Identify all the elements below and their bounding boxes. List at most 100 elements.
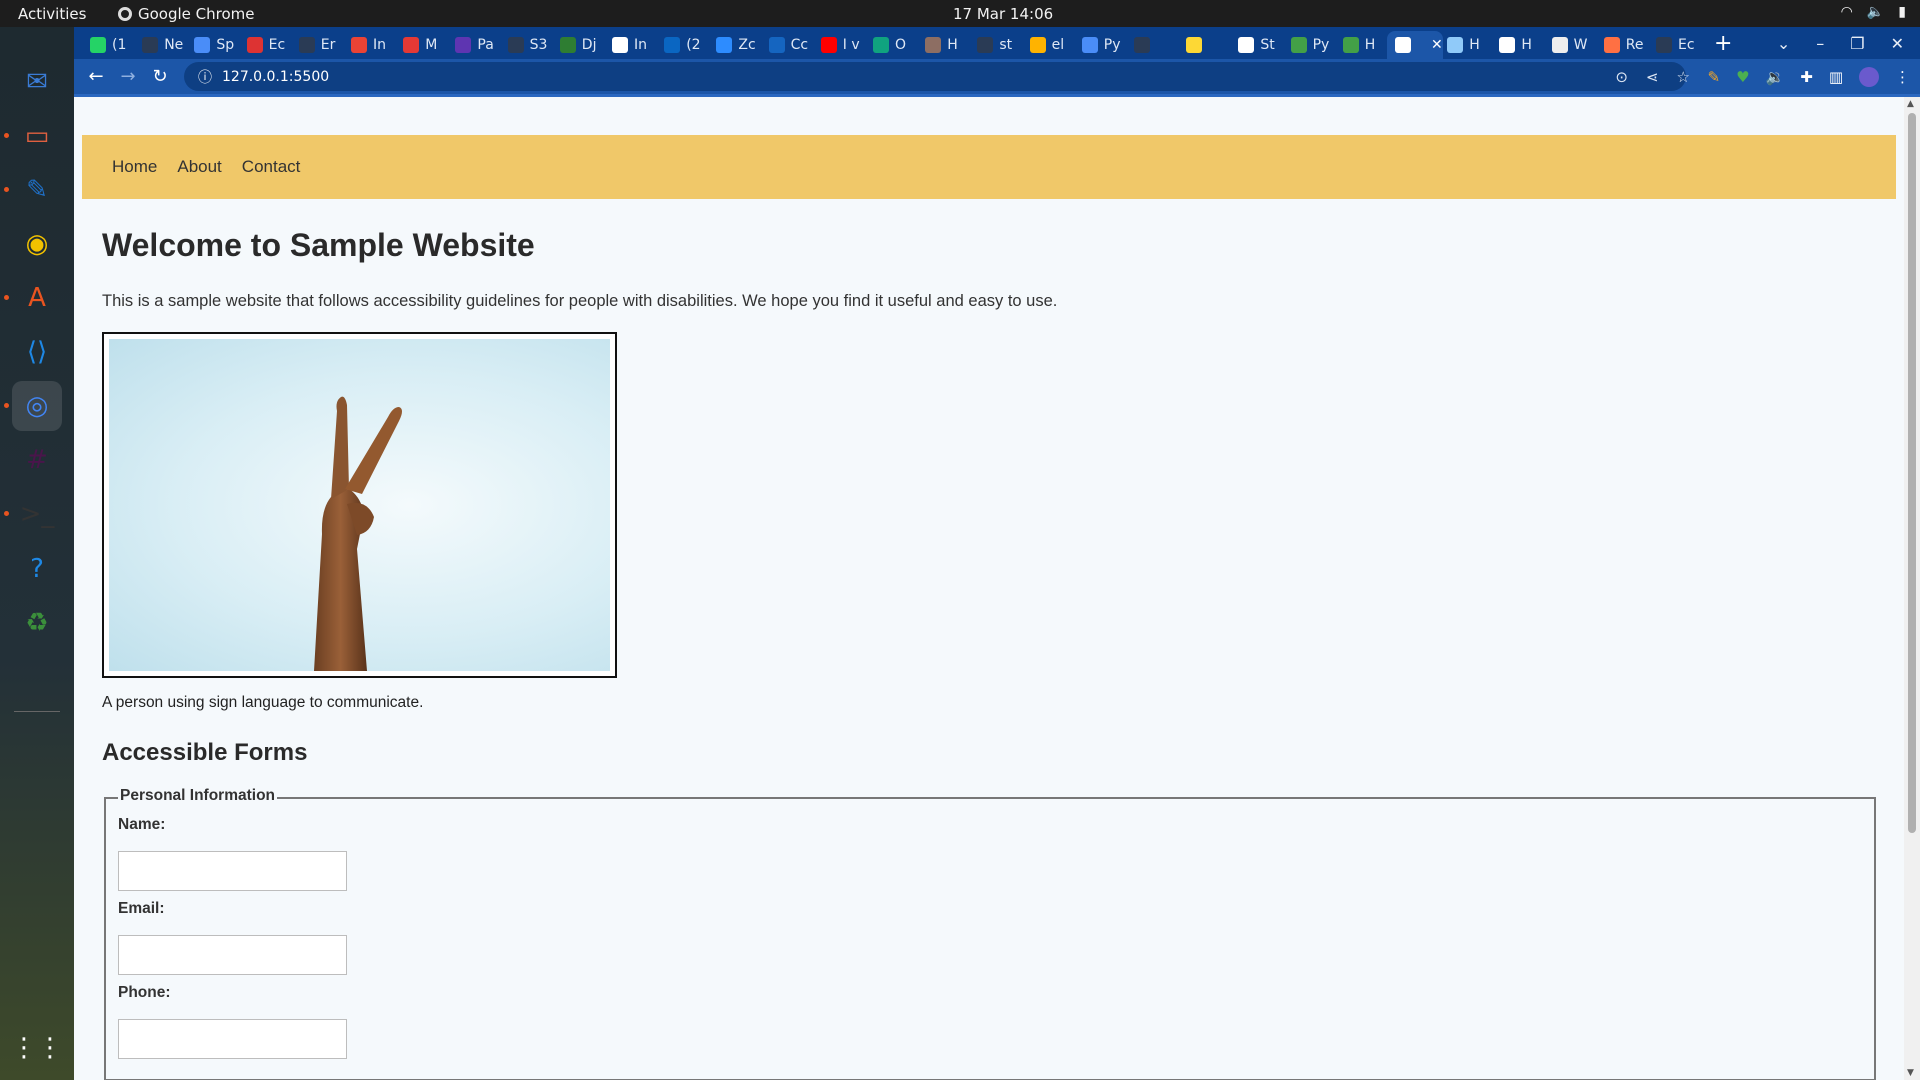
close-window-icon[interactable]: ✕ [1891, 34, 1904, 53]
browser-tab[interactable]: In [343, 31, 395, 59]
dock: ✉ ▭ ✎ ◉ A ⟨⟩ ◎ # >_? ♻ ⋮⋮ [0, 27, 74, 1080]
system-tray[interactable]: ◠ 🔈 ▮ [1841, 4, 1906, 20]
email-input[interactable] [118, 935, 347, 975]
menu-kebab-icon[interactable]: ⋮ [1895, 68, 1910, 86]
browser-tab[interactable]: H [1439, 31, 1491, 59]
page-viewport: Home About Contact Welcome to Sample Websi… [74, 97, 1904, 1080]
nav-link-home[interactable]: Home [112, 157, 157, 177]
chrome-icon[interactable]: ◎ [12, 381, 62, 431]
tab-label: Zc [738, 37, 756, 53]
heart-extension-icon[interactable]: ♥ [1736, 68, 1749, 86]
tab-favicon-icon [455, 37, 472, 53]
forward-icon[interactable]: → [112, 66, 144, 87]
browser-tab[interactable]: St [1230, 31, 1282, 59]
app-menu[interactable]: Google Chrome [118, 5, 255, 23]
scroll-down-icon[interactable]: ▼ [1907, 1068, 1914, 1078]
browser-tab[interactable]: Py [1074, 31, 1126, 59]
browser-tab[interactable]: Zc [708, 31, 760, 59]
writer-icon[interactable]: ✎ [12, 165, 62, 215]
minimize-icon[interactable]: – [1816, 34, 1824, 53]
app-center-icon[interactable]: A [12, 273, 62, 323]
profile-avatar[interactable] [1859, 66, 1879, 87]
browser-tab[interactable]: Er [291, 31, 343, 59]
address-bar[interactable]: ⓘ 127.0.0.1:5500 [184, 62, 1686, 91]
tab-favicon-icon [1081, 37, 1098, 53]
puzzle-extensions-icon[interactable]: ✚ [1800, 68, 1813, 86]
phone-input[interactable] [118, 1019, 347, 1059]
browser-tab[interactable]: In [604, 31, 656, 59]
scroll-up-icon[interactable]: ▲ [1907, 99, 1914, 109]
browser-tab[interactable]: el [1022, 31, 1074, 59]
nav-link-about[interactable]: About [177, 157, 221, 177]
tab-label: Pa [477, 37, 494, 53]
browser-tab[interactable] [1178, 31, 1230, 59]
browser-tab[interactable] [1126, 31, 1178, 59]
trash-icon[interactable]: ♻ [12, 598, 62, 648]
restore-icon[interactable]: ❐ [1850, 34, 1864, 53]
browser-tab[interactable]: Cc [761, 31, 813, 59]
app-name: Google Chrome [138, 5, 255, 23]
tab-favicon-icon [1551, 37, 1568, 53]
browser-tab[interactable]: H [1491, 31, 1543, 59]
browser-tab[interactable]: I v [813, 31, 865, 59]
help-icon[interactable]: ? [12, 544, 62, 594]
browser-tab[interactable]: st [969, 31, 1021, 59]
browser-tab[interactable]: Re [1596, 31, 1648, 59]
reload-icon[interactable]: ↻ [144, 66, 176, 87]
bookmark-star-icon[interactable]: ☆ [1677, 68, 1690, 86]
browser-tab[interactable]: Pa [447, 31, 499, 59]
back-icon[interactable]: ← [80, 66, 112, 87]
browser-tab[interactable]: M [395, 31, 447, 59]
files-icon[interactable]: ▭ [12, 111, 62, 161]
terminal-icon[interactable]: >_ [12, 489, 62, 539]
install-icon[interactable]: ⊙ [1615, 68, 1628, 86]
browser-tab[interactable]: Dj [552, 31, 604, 59]
tab-favicon-icon [1186, 37, 1203, 53]
tab-label: M [425, 37, 438, 53]
tab-label: Sp [216, 37, 235, 53]
nav-link-contact[interactable]: Contact [242, 157, 301, 177]
browser-window: + ⌄ – ❐ ✕ (1 Ne Sp Ec Er In M Pa S3 Dj In (2 Zc Cc I v… [74, 27, 1920, 1080]
browser-tab[interactable]: Ne [134, 31, 186, 59]
browser-tab[interactable]: S3 [500, 31, 552, 59]
tab-label: (1 [112, 37, 127, 53]
tab-label: Re [1625, 37, 1644, 53]
slack-icon[interactable]: # [12, 435, 62, 485]
clock[interactable]: 17 Mar 14:06 [953, 5, 1053, 23]
url-text[interactable]: 127.0.0.1:5500 [222, 69, 329, 85]
tab-favicon-icon [820, 37, 837, 53]
battery-icon: ▮ [1898, 4, 1906, 20]
browser-tab[interactable]: (1 [82, 31, 134, 59]
browser-tab[interactable]: O [865, 31, 917, 59]
share-icon[interactable]: ⋖ [1646, 68, 1659, 86]
sound-extension-icon[interactable]: 🔉 [1766, 68, 1785, 86]
tab-label: Ne [164, 37, 184, 53]
browser-tab[interactable]: ✕ [1387, 31, 1443, 59]
apps-grid-icon[interactable]: ⋮⋮ [11, 1023, 63, 1073]
browser-tab[interactable]: Py [1283, 31, 1335, 59]
activities-button[interactable]: Activities [18, 5, 86, 23]
vscode-icon[interactable]: ⟨⟩ [12, 327, 62, 377]
browser-tab[interactable]: H [917, 31, 969, 59]
browser-tab[interactable]: H [1335, 31, 1387, 59]
new-tab-icon[interactable]: + [1714, 31, 1732, 56]
site-info-icon[interactable]: ⓘ [198, 67, 212, 87]
page-scrollbar[interactable]: ▲ ▼ [1904, 97, 1920, 1080]
tab-favicon-icon [1342, 37, 1359, 53]
browser-tab[interactable]: Ec [1648, 31, 1700, 59]
tab-search-icon[interactable]: ⌄ [1777, 34, 1790, 53]
browser-tab[interactable]: (2 [656, 31, 708, 59]
name-input[interactable] [118, 851, 347, 891]
side-panel-icon[interactable]: ▥ [1829, 68, 1843, 86]
browser-tab[interactable]: W [1544, 31, 1596, 59]
tab-label: H [1469, 37, 1480, 53]
tab-favicon-icon [1134, 37, 1150, 53]
browser-tab[interactable]: Ec [239, 31, 291, 59]
rhythmbox-icon[interactable]: ◉ [12, 219, 62, 269]
pencil-extension-icon[interactable]: ✎ [1708, 68, 1721, 86]
thunderbird-icon[interactable]: ✉ [12, 57, 62, 107]
fieldset-legend: Personal Information [118, 787, 278, 805]
scroll-thumb[interactable] [1908, 113, 1916, 833]
tab-favicon-icon [977, 37, 994, 53]
browser-tab[interactable]: Sp [186, 31, 238, 59]
